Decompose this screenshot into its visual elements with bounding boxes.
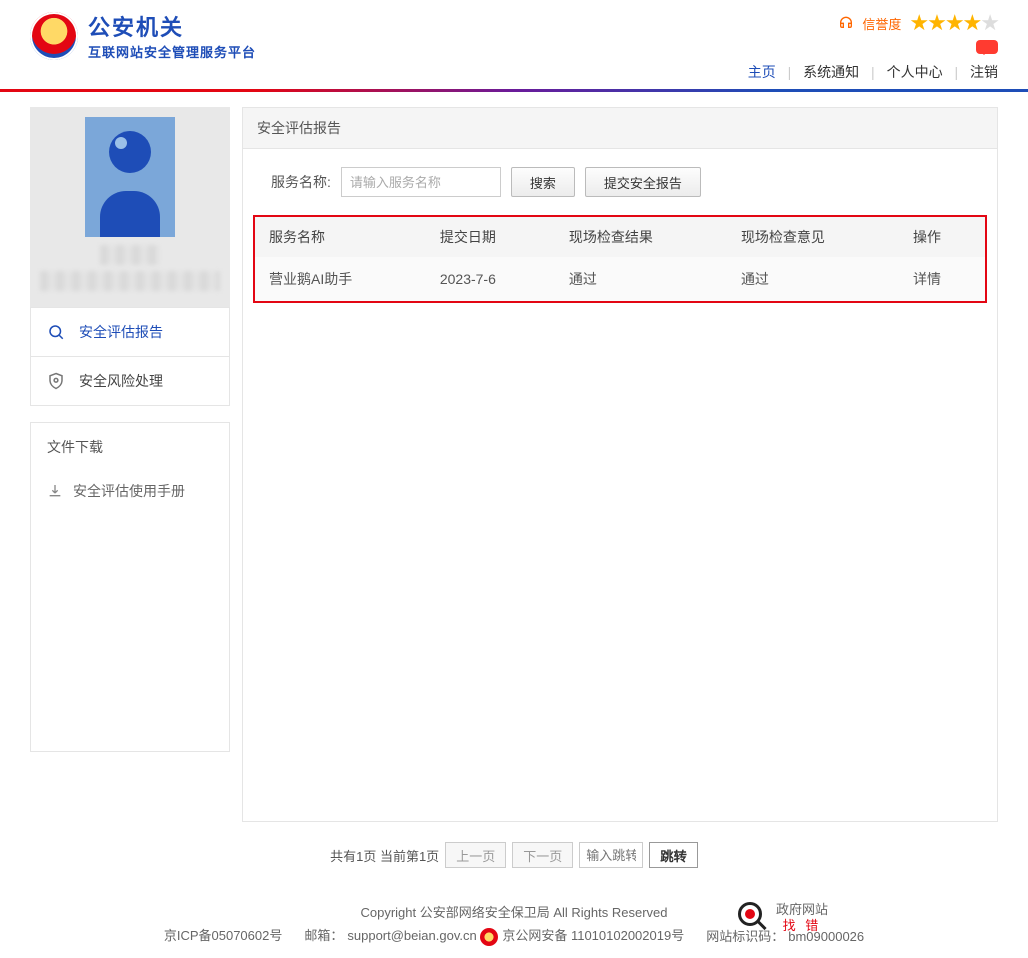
sidebar-downloads-title: 文件下载 xyxy=(31,423,229,471)
service-name-input[interactable] xyxy=(341,167,501,197)
page-jump-button[interactable]: 跳转 xyxy=(649,842,698,868)
cell-service-name: 营业鹅AI助手 xyxy=(255,257,426,301)
page-footer: Copyright 公安部网络安全保卫局 All Rights Reserved… xyxy=(0,884,1028,958)
sidebar-item-label: 安全评估报告 xyxy=(79,322,163,342)
footer-beian-no: 11010102002019号 xyxy=(571,928,684,943)
sidebar-item-label: 安全风险处理 xyxy=(79,371,163,391)
footer-icp: 京ICP备05070602号 xyxy=(164,925,283,944)
police-badge-icon xyxy=(30,12,78,60)
reputation-stars: ★★★★★ xyxy=(909,10,998,36)
footer-email[interactable]: support@beian.gov.cn xyxy=(347,928,476,943)
avatar-placeholder-icon xyxy=(85,117,175,237)
find-error-label: 找 错 xyxy=(776,918,828,934)
logo-block: 公安机关 互联网站安全管理服务平台 xyxy=(30,10,256,61)
nav-home[interactable]: 主页 xyxy=(748,64,776,80)
submit-report-button[interactable]: 提交安全报告 xyxy=(585,167,701,197)
th-submit-date: 提交日期 xyxy=(426,217,555,257)
th-service-name: 服务名称 xyxy=(255,217,426,257)
search-icon xyxy=(47,323,65,341)
page-header: 公安机关 互联网站安全管理服务平台 信誉度 ★★★★★ 主页 | 系统通知 | … xyxy=(0,0,1028,95)
shield-icon xyxy=(47,372,65,390)
site-title: 公安机关 xyxy=(88,10,256,42)
user-avatar-box xyxy=(30,107,230,307)
th-check-opinion: 现场检查意见 xyxy=(727,217,899,257)
gov-error-report[interactable]: 政府网站 找 错 xyxy=(738,902,828,934)
top-nav: 主页 | 系统通知 | 个人中心 | 注销 xyxy=(748,62,998,92)
nav-profile[interactable]: 个人中心 xyxy=(887,64,943,80)
download-icon xyxy=(47,483,63,499)
download-manual-link[interactable]: 安全评估使用手册 xyxy=(31,471,229,511)
footer-copyright: Copyright 公安部网络安全保卫局 All Rights Reserved xyxy=(0,902,1028,921)
pagination-summary: 共有1页 当前第1页 xyxy=(330,846,439,865)
sidebar-item-risk-handling[interactable]: 安全风险处理 xyxy=(31,356,229,405)
row-detail-link[interactable]: 详情 xyxy=(913,271,941,287)
sidebar-item-security-report[interactable]: 安全评估报告 xyxy=(31,307,229,356)
prev-page-button[interactable]: 上一页 xyxy=(445,842,506,868)
magnifier-icon xyxy=(738,902,770,934)
th-check-result: 现场检查结果 xyxy=(555,217,727,257)
cell-check-result: 通过 xyxy=(555,257,727,301)
headset-icon xyxy=(838,14,854,33)
download-item-label: 安全评估使用手册 xyxy=(73,481,185,501)
report-table: 服务名称 提交日期 现场检查结果 现场检查意见 操作 营业鹅AI助手 2023-… xyxy=(255,217,985,301)
cell-submit-date: 2023-7-6 xyxy=(426,257,555,301)
main-panel: 安全评估报告 服务名称: 搜索 提交安全报告 服务名称 提交日期 现场检查结果 … xyxy=(242,107,998,822)
search-label: 服务名称: xyxy=(271,172,331,192)
result-highlight-box: 服务名称 提交日期 现场检查结果 现场检查意见 操作 营业鹅AI助手 2023-… xyxy=(253,215,987,303)
beian-badge-icon xyxy=(480,928,498,946)
pagination: 共有1页 当前第1页 上一页 下一页 跳转 xyxy=(0,826,1028,884)
nav-logout[interactable]: 注销 xyxy=(970,64,998,80)
page-jump-input[interactable] xyxy=(579,842,643,868)
th-action: 操作 xyxy=(899,217,985,257)
site-subtitle: 互联网站安全管理服务平台 xyxy=(88,42,256,61)
cell-check-opinion: 通过 xyxy=(727,257,899,301)
footer-beian-label: 京公网安备 xyxy=(502,928,571,943)
notification-bubble-icon[interactable] xyxy=(976,40,998,54)
gov-site-label: 政府网站 xyxy=(776,902,828,918)
footer-email-label: 邮箱： xyxy=(304,928,343,943)
table-row: 营业鹅AI助手 2023-7-6 通过 通过 详情 xyxy=(255,257,985,301)
search-button[interactable]: 搜索 xyxy=(511,167,575,197)
panel-title: 安全评估报告 xyxy=(243,108,997,149)
reputation-label: 信誉度 xyxy=(862,14,901,33)
next-page-button[interactable]: 下一页 xyxy=(512,842,573,868)
nav-notice[interactable]: 系统通知 xyxy=(803,64,859,80)
sidebar: 安全评估报告 安全风险处理 文件下载 安全评估使用手册 xyxy=(30,107,230,752)
